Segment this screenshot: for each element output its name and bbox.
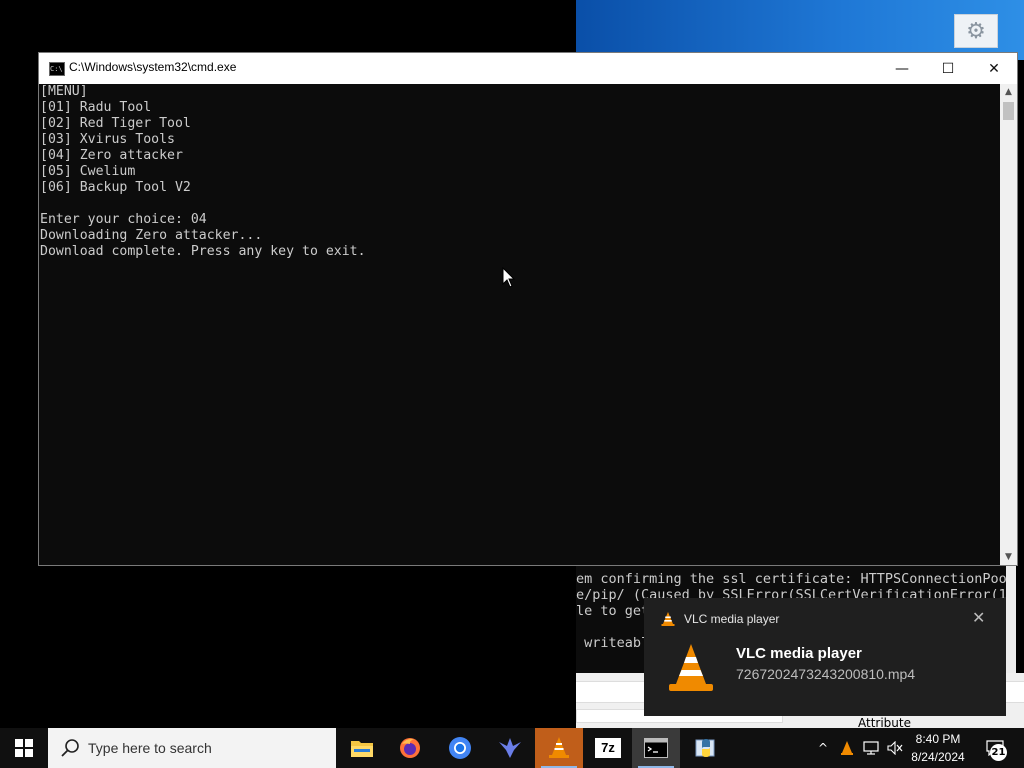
tray-chevron-icon[interactable]: ^: [814, 728, 832, 768]
network-monitor-icon: [863, 741, 879, 755]
scroll-up-arrow-icon[interactable]: ▲: [1000, 84, 1017, 100]
minimize-button[interactable]: —: [879, 53, 925, 84]
taskbar-firefox[interactable]: [386, 728, 434, 768]
console-line: [02] Red Tiger Tool: [40, 116, 191, 131]
vlc-notification-toast[interactable]: VLC media player ✕ VLC media player 7267…: [644, 598, 1006, 716]
console-line: [06] Backup Tool V2: [40, 180, 191, 195]
notification-app-name: VLC media player: [684, 612, 780, 626]
vlc-tray-icon: [841, 741, 853, 755]
console-line: Enter your choice: 04: [40, 212, 207, 227]
taskbar-chrome[interactable]: [436, 728, 484, 768]
7zip-icon: 7z: [595, 738, 621, 758]
desktop-settings-icon[interactable]: ⚙: [954, 14, 998, 48]
console-line: Downloading Zero attacker...: [40, 228, 263, 243]
network-icon[interactable]: [860, 728, 882, 768]
taskbar: Type here to search 7z ^ 8:40 PM 8/24/20…: [0, 728, 1024, 768]
speaker-mute-icon: [887, 741, 903, 755]
start-button[interactable]: [0, 728, 48, 768]
notification-body: 7267202473243200810.mp4: [736, 666, 916, 682]
scrollbar-thumb[interactable]: [1003, 102, 1014, 120]
console-line: [03] Xvirus Tools: [40, 132, 175, 147]
vlc-taskbar-icon: [549, 737, 569, 758]
background-console-scrollbar[interactable]: [1006, 563, 1016, 673]
title-bar[interactable]: C:\ C:\Windows\system32\cmd.exe — ☐ ✕: [39, 53, 1017, 84]
window-title: C:\Windows\system32\cmd.exe: [69, 60, 237, 74]
cmd-app-icon: C:\: [49, 62, 65, 76]
console-line: [MENU]: [40, 84, 88, 99]
close-button[interactable]: ✕: [971, 53, 1017, 84]
taskbar-bird-app[interactable]: [486, 728, 534, 768]
tray-vlc-icon[interactable]: [836, 728, 858, 768]
scroll-down-arrow-icon[interactable]: ▼: [1000, 549, 1017, 565]
volume-muted-icon[interactable]: [884, 728, 906, 768]
chrome-icon: [449, 737, 471, 759]
cmd-window[interactable]: C:\ C:\Windows\system32\cmd.exe — ☐ ✕ [M…: [38, 52, 1018, 566]
vertical-scrollbar[interactable]: ▲ ▼: [1000, 84, 1017, 565]
taskbar-search-box[interactable]: Type here to search: [48, 728, 336, 768]
console-output[interactable]: [MENU] [01] Radu Tool [02] Red Tiger Too…: [39, 84, 999, 565]
folder-icon: [351, 741, 373, 757]
notification-close-icon[interactable]: ✕: [972, 608, 985, 627]
notification-count-badge: 21: [990, 744, 1007, 761]
taskbar-python-idle[interactable]: [682, 728, 730, 768]
firefox-icon: [400, 738, 420, 758]
clock-time: 8:40 PM: [915, 732, 961, 746]
background-console-line: le to get: [576, 603, 650, 619]
taskbar-file-explorer[interactable]: [338, 728, 386, 768]
taskbar-clock[interactable]: 8:40 PM 8/24/2024: [906, 730, 970, 766]
cmd-icon: [644, 738, 668, 758]
console-line: [04] Zero attacker: [40, 148, 183, 163]
search-icon: [61, 739, 79, 757]
taskbar-vlc[interactable]: [535, 728, 583, 768]
search-placeholder: Type here to search: [88, 740, 212, 756]
console-line: [01] Radu Tool: [40, 100, 152, 115]
background-console-line: writeabl: [576, 635, 650, 651]
vlc-icon: [669, 644, 713, 691]
clock-date: 8/24/2024: [911, 750, 965, 764]
taskbar-cmd[interactable]: [632, 728, 680, 768]
taskbar-7zip[interactable]: 7z: [584, 728, 632, 768]
python-idle-icon: [695, 739, 715, 757]
console-line: Download complete. Press any key to exit…: [40, 244, 366, 259]
notification-title: VLC media player: [736, 645, 862, 662]
mouse-cursor-icon: [502, 267, 516, 288]
maximize-button[interactable]: ☐: [925, 53, 971, 84]
vlc-small-icon: [661, 612, 675, 626]
windows-logo-icon: [15, 739, 33, 757]
bird-app-icon: [499, 738, 521, 758]
console-line: [05] Cwelium: [40, 164, 136, 179]
background-console-line: em confirming the ssl certificate: HTTPS…: [576, 571, 1007, 587]
